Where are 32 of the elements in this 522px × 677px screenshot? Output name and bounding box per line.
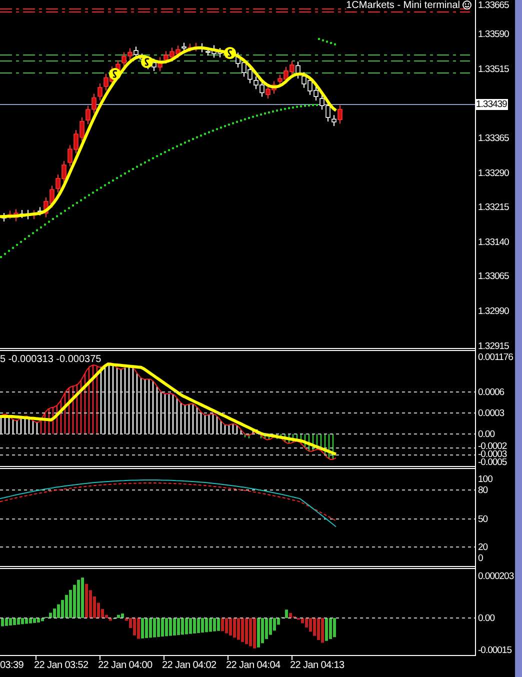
oscillator-axis-label: 0.000203 <box>478 571 514 582</box>
price-label: 1.33515 <box>478 64 509 75</box>
price-label: 1.32990 <box>478 306 509 317</box>
indicator-legend: 5 -0.000313 -0.000375 <box>0 352 102 367</box>
macd-axis-label: -0.0005 <box>478 457 507 468</box>
price-label: 1.33665 <box>478 0 509 11</box>
time-label: 22 Jan 04:13 <box>290 659 344 672</box>
time-label: 22 Jan 04:02 <box>162 659 216 672</box>
macd-axis-label: 0.0006 <box>478 387 504 398</box>
price-label: 1.33065 <box>478 271 509 282</box>
oscillator-axis-label: -0.00015 <box>478 645 512 656</box>
price-label: 1.32915 <box>478 341 509 352</box>
window-title: 1CMarkets - Mini terminal <box>346 0 460 11</box>
time-label: 22 Jan 04:04 <box>226 659 280 672</box>
price-label: 1.33290 <box>478 168 509 179</box>
time-label: 03:39 <box>0 659 24 672</box>
price-label: 1.33215 <box>478 202 509 213</box>
time-label: 22 Jan 03:52 <box>34 659 88 672</box>
oscillator-axis-label: 0.00 <box>478 613 494 624</box>
stochastic-axis-label: 80 <box>478 485 488 496</box>
time-label: 22 Jan 04:00 <box>98 659 152 672</box>
price-label: 1.33140 <box>478 237 509 248</box>
stochastic-axis-label: 0 <box>478 553 483 564</box>
macd-axis-label: 0.001176 <box>478 352 513 363</box>
macd-axis-label: 0.00 <box>478 429 494 440</box>
stochastic-axis-label: 100 <box>478 474 492 485</box>
price-label: 1.33590 <box>478 29 509 40</box>
price-label: 1.33365 <box>478 133 509 144</box>
stochastic-axis-label: 50 <box>478 514 488 525</box>
stochastic-axis-label: 20 <box>478 542 488 553</box>
current-price-tag: 1.33439 <box>475 99 508 110</box>
macd-axis-label: 0.0003 <box>478 408 504 419</box>
